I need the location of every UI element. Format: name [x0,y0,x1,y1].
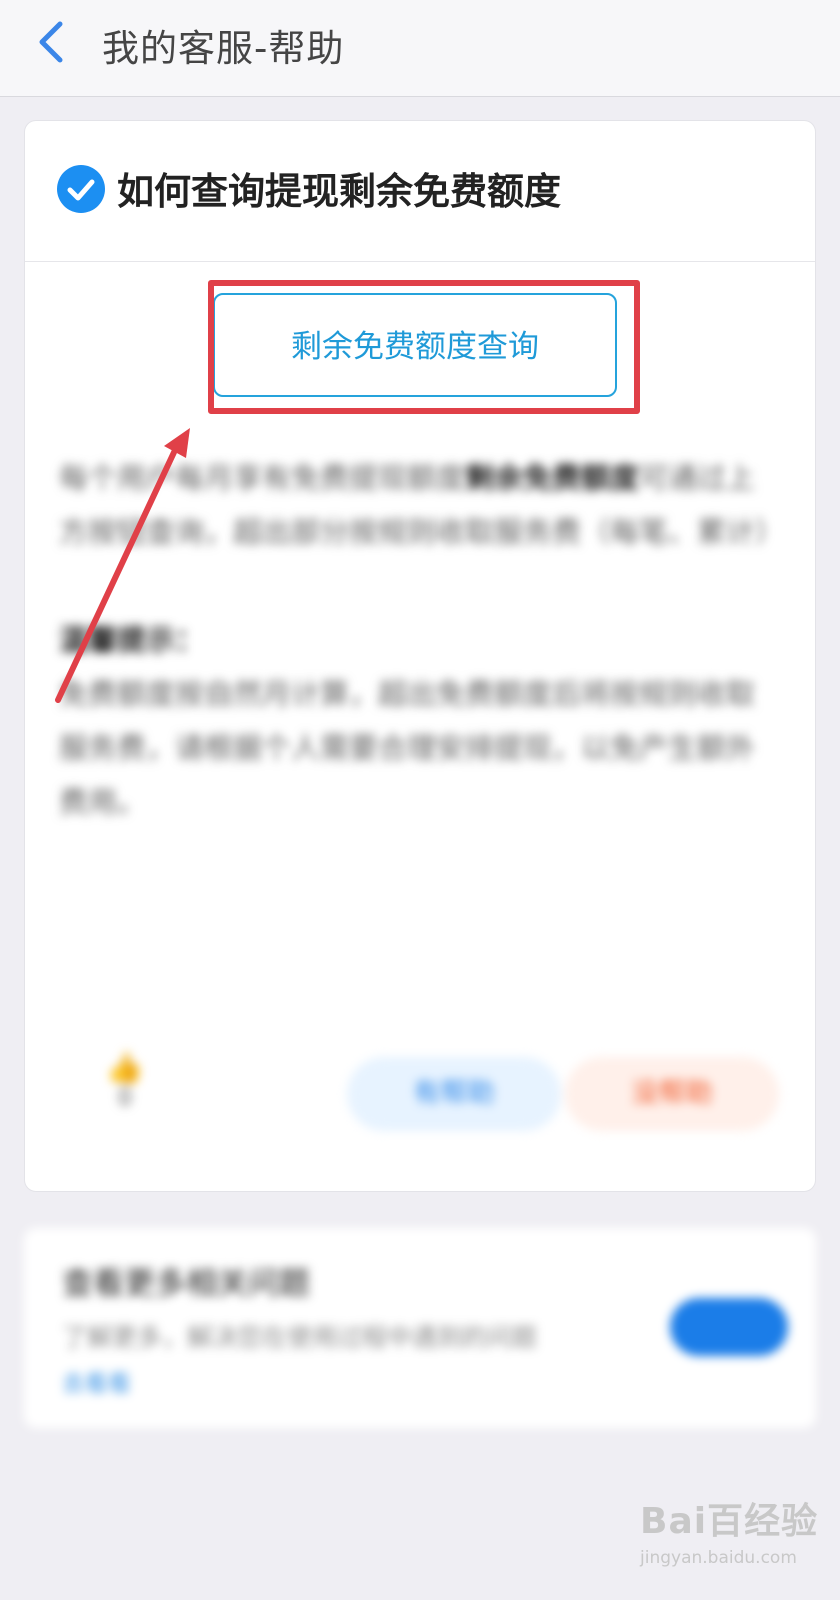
feedback-bar: 👍 0 有帮助 没帮助 [25,1041,815,1141]
check-circle-icon [57,165,105,213]
highlight-box [208,280,640,414]
chevron-left-icon [39,21,63,63]
promo-action-button[interactable] [670,1298,788,1356]
promo-desc: 了解更多，解决您在使用过程中遇到的问题 [62,1323,538,1352]
answer-text: 每个用户每月享有免费提现额度剩余免费额度可通过上方按钮查询，超出部分按规则收取服… [59,451,785,829]
promo-title: 查看更多相关问题 [62,1266,310,1302]
promo-card: 查看更多相关问题 了解更多，解决您在使用过程中遇到的问题 去看看 [24,1228,816,1428]
watermark-logo: Bai百经验 [640,1501,819,1542]
not-useful-button[interactable]: 没帮助 [565,1057,779,1131]
like-button[interactable]: 👍 0 [95,1051,155,1111]
top-navbar: 我的客服-帮助 [0,0,840,97]
watermark-url: jingyan.baidu.com [640,1548,797,1568]
baidu-jingyan-watermark: Bai百经验 jingyan.baidu.com [640,1492,820,1592]
back-button[interactable] [30,18,70,66]
tip-text: 免费额度按自然月计算，超出免费额度后将按规则收取服务费，请根据个人需要合理安排提… [59,677,756,819]
promo-link[interactable]: 去看看 [62,1364,131,1398]
useful-button[interactable]: 有帮助 [347,1057,561,1131]
answer-paragraph: 每个用户每月享有免费提现额度剩余免费额度可通过上方按钮查询，超出部分按规则收取服… [59,461,785,549]
page-title: 我的客服-帮助 [102,27,345,70]
thumb-up-icon: 👍 [106,1051,144,1086]
tip-label: 温馨提示： [59,623,205,657]
question-title: 如何查询提现剩余免费额度 [117,170,561,213]
question-header: 如何查询提现剩余免费额度 [25,121,815,262]
